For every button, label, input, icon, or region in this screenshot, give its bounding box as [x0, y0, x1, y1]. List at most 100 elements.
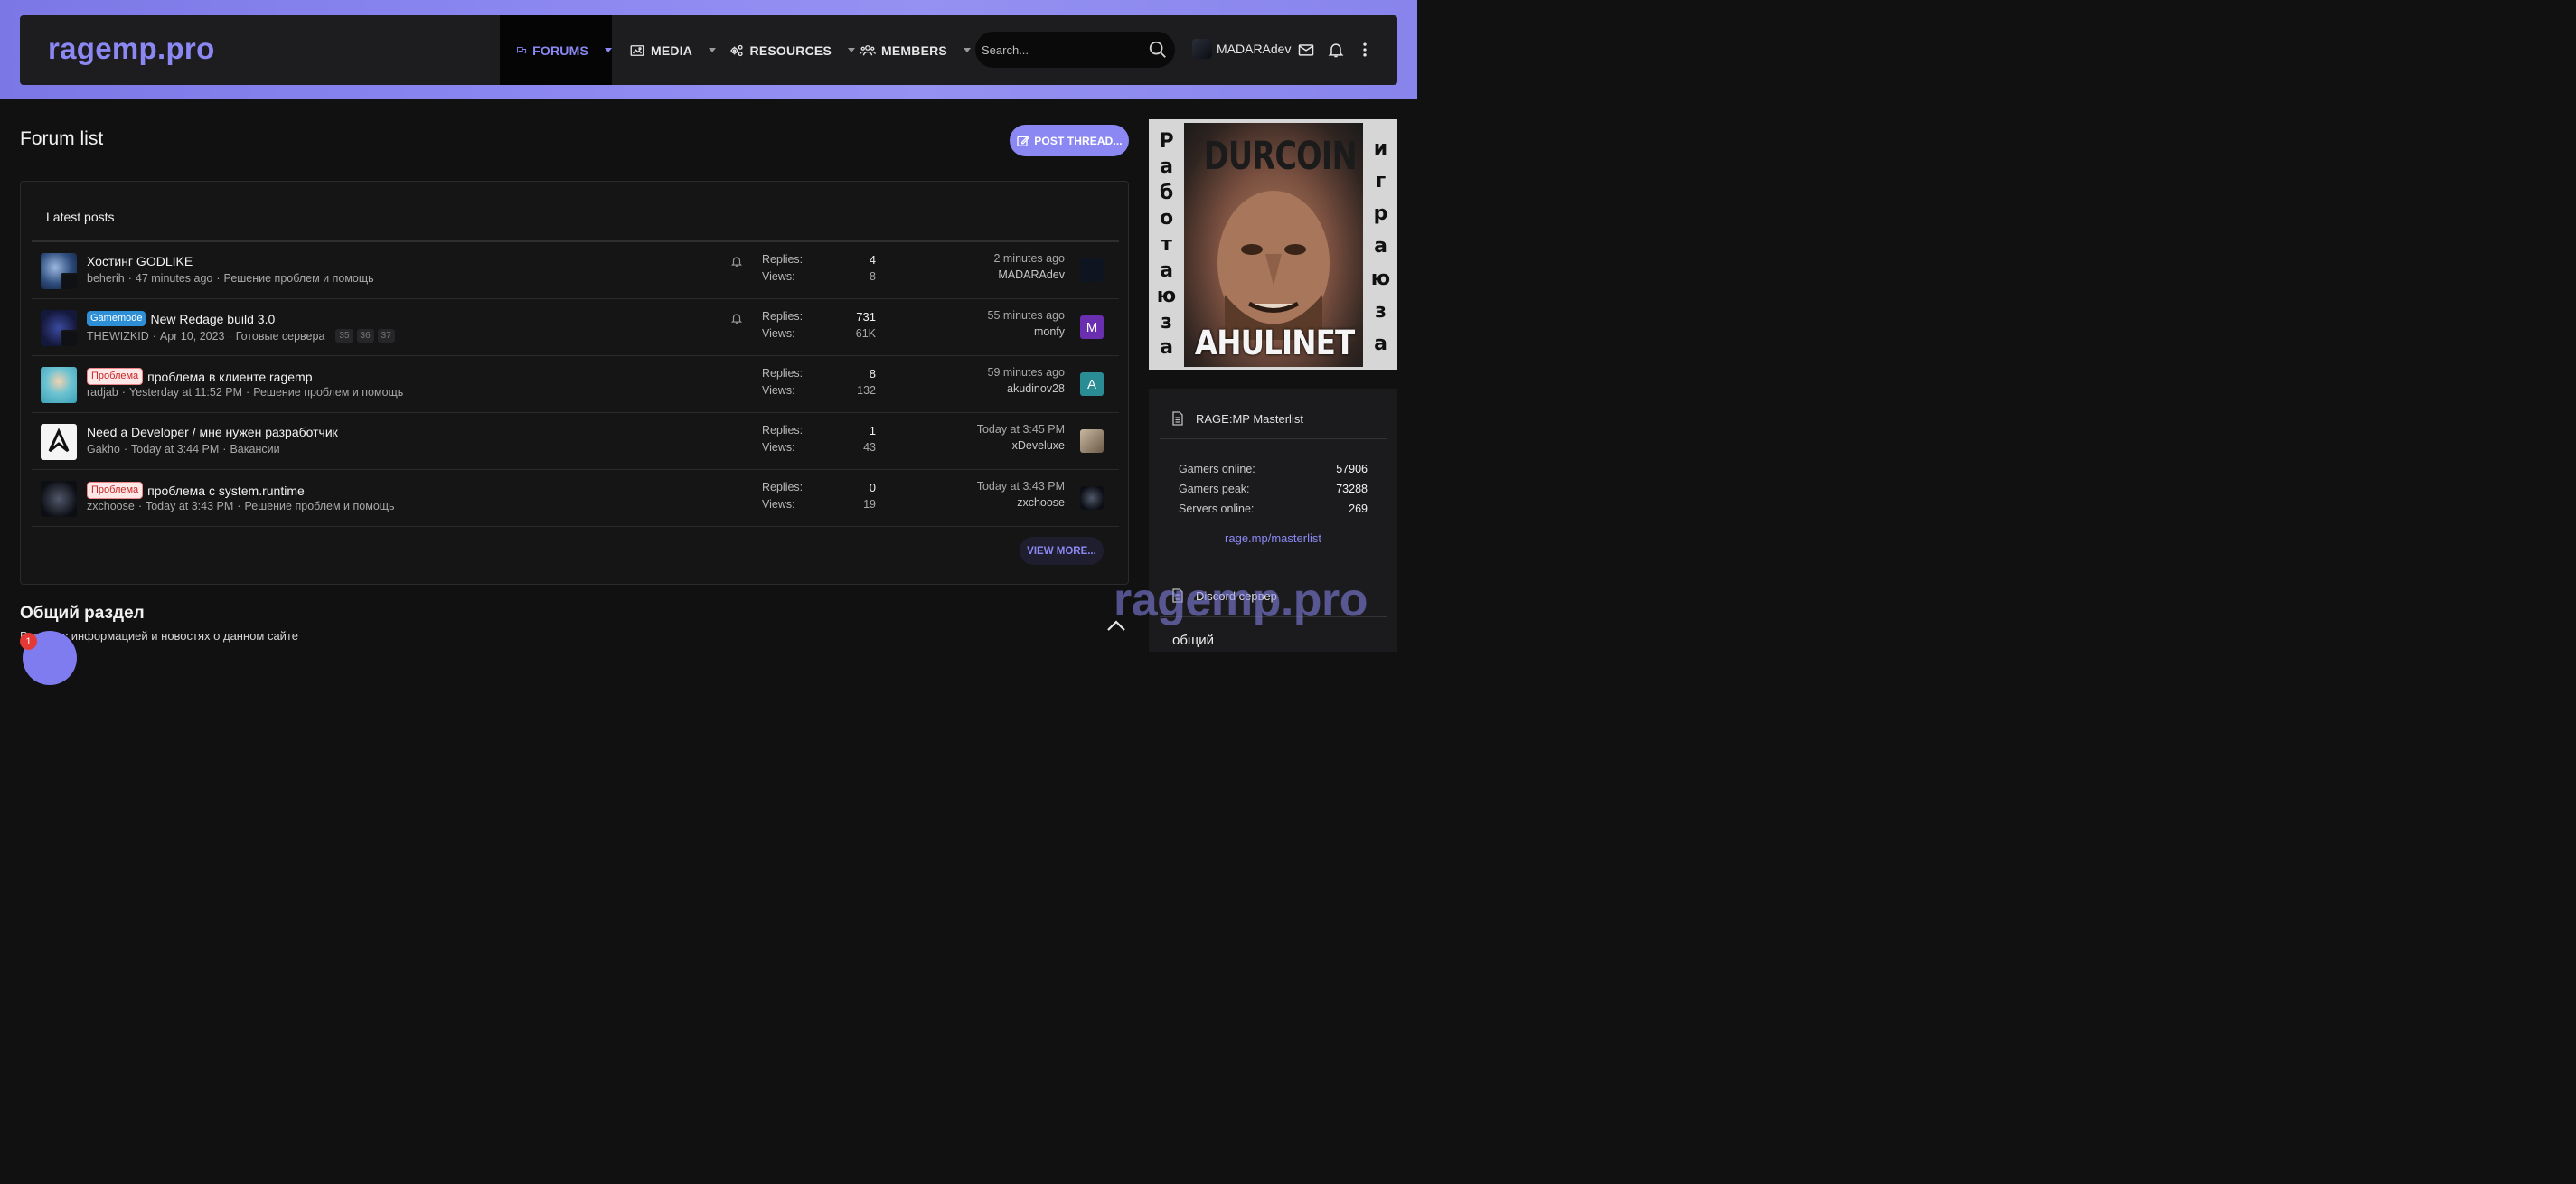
thread-date[interactable]: Apr 10, 2023 [160, 330, 225, 343]
avatar[interactable] [41, 253, 77, 289]
thread-date[interactable]: Today at 3:43 PM [146, 500, 233, 512]
views-label: Views: [762, 270, 795, 283]
masterlist-link[interactable]: rage.mp/masterlist [1149, 531, 1397, 545]
chevron-down-icon[interactable] [963, 48, 971, 52]
thread-date[interactable]: Yesterday at 11:52 PM [129, 386, 242, 399]
last-post-user[interactable]: monfy [926, 325, 1065, 338]
last-post-user[interactable]: MADARAdev [926, 268, 1065, 281]
views-label: Views: [762, 441, 795, 454]
last-post-user[interactable]: zxchoose [926, 496, 1065, 509]
thread-date[interactable]: 47 minutes ago [136, 272, 212, 285]
thread-title[interactable]: Need a Developer / мне нужен разработчик [87, 425, 338, 439]
avatar[interactable] [41, 481, 77, 517]
thread-author[interactable]: THEWIZKID [87, 330, 149, 343]
nav-tab-label: RESOURCES [749, 42, 832, 58]
avatar[interactable] [41, 424, 77, 460]
page-link[interactable]: 35 [335, 329, 353, 343]
replies-count: 731 [856, 310, 876, 324]
search-icon[interactable] [1148, 40, 1168, 60]
avatar[interactable]: M [1080, 315, 1104, 339]
bell-icon[interactable] [1327, 41, 1345, 59]
views-count: 8 [870, 270, 876, 283]
view-more-button[interactable]: VIEW MORE... [1020, 537, 1104, 565]
thread-row[interactable]: Проблема проблема в клиенте ragemp radja… [32, 356, 1119, 413]
thread-author[interactable]: radjab [87, 386, 118, 399]
sidebar-ad-banner[interactable]: Р а б о т а ю з а DURCOIN AHULINET и г р… [1149, 119, 1397, 370]
chevron-down-icon[interactable] [848, 48, 855, 52]
last-post-time[interactable]: 55 minutes ago [926, 309, 1065, 322]
thread-author[interactable]: beherih [87, 272, 125, 285]
thread-author[interactable]: zxchoose [87, 500, 135, 512]
nav-tab-media[interactable]: MEDIA [629, 15, 719, 85]
nav-tab-resources[interactable]: RESOURCES [729, 15, 855, 85]
widget-title: RAGE:MP Masterlist [1196, 412, 1303, 426]
last-post-time[interactable]: Today at 3:43 PM [926, 480, 1065, 493]
stat-value: 57906 [1336, 463, 1368, 475]
nav-tab-members[interactable]: MEMBERS [860, 15, 977, 85]
replies-label: Replies: [762, 310, 804, 323]
discord-channel[interactable]: общий [1172, 633, 1214, 648]
nav-tab-forums[interactable]: FORUMS [500, 15, 612, 85]
more-vertical-icon[interactable] [1356, 41, 1374, 59]
thread-title[interactable]: Проблема проблема в клиенте ragemp [87, 368, 313, 385]
thread-meta: zxchoose · Today at 3:43 PM · Решение проб… [87, 500, 395, 512]
last-post-time[interactable]: 59 minutes ago [926, 366, 1065, 379]
avatar[interactable] [1080, 258, 1104, 282]
chevron-down-icon[interactable] [709, 48, 717, 52]
site-logo[interactable]: ragemp.pro [48, 32, 215, 66]
prefix-badge[interactable]: Проблема [87, 482, 144, 499]
thread-row[interactable]: Хостинг GODLIKE beherih · 47 minutes ago ·… [32, 242, 1119, 299]
thread-forum[interactable]: Решение проблем и помощь [253, 386, 403, 399]
last-post-user[interactable]: xDeveluxe [926, 439, 1065, 452]
ad-image: DURCOIN AHULINET [1184, 123, 1363, 367]
thread-title-text: проблема в клиенте ragemp [147, 369, 313, 384]
chevron-down-icon[interactable] [605, 48, 612, 52]
thread-row[interactable]: Need a Developer / мне нужен разработчик… [32, 413, 1119, 470]
avatar[interactable] [1080, 429, 1104, 453]
views-label: Views: [762, 384, 795, 397]
avatar[interactable] [41, 367, 77, 403]
avatar[interactable] [1080, 486, 1104, 510]
ad-letter: а [1374, 234, 1387, 258]
latest-posts-block: Latest posts Хостинг GODLIKE beherih · 47… [20, 181, 1129, 585]
avatar[interactable] [41, 310, 77, 346]
users-icon [860, 44, 876, 55]
prefix-badge[interactable]: Gamemode [87, 311, 146, 326]
ad-letter: з [1375, 300, 1387, 324]
watermark: ragemp.pro [1114, 574, 1368, 626]
thread-forum[interactable]: Решение проблем и помощь [244, 500, 394, 512]
stat-label: Servers online: [1179, 503, 1255, 515]
search-input[interactable] [975, 32, 1175, 68]
page-link[interactable]: 36 [356, 329, 374, 343]
thread-title[interactable]: Gamemode New Redage build 3.0 [87, 311, 275, 326]
thread-row[interactable]: Gamemode New Redage build 3.0 THEWIZKID ·… [32, 299, 1119, 356]
last-post-time[interactable]: Today at 3:45 PM [926, 423, 1065, 436]
stat-value: 269 [1349, 503, 1368, 515]
thread-date[interactable]: Today at 3:44 PM [131, 443, 219, 456]
envelope-icon[interactable] [1297, 41, 1315, 59]
thread-meta: Gakho · Today at 3:44 PM · Вакансии [87, 443, 280, 456]
post-thread-button[interactable]: POST THREAD... [1010, 125, 1129, 156]
user-menu[interactable]: MADARAdev [1192, 39, 1291, 59]
thread-author[interactable]: Gakho [87, 443, 120, 456]
ad-bottom-text: AHULINET [1194, 324, 1355, 362]
brand-logo-icon [48, 428, 70, 453]
views-count: 61K [855, 327, 876, 340]
page-link[interactable]: 37 [377, 329, 395, 343]
section-title[interactable]: Общий раздел [20, 604, 145, 624]
replies-count: 8 [869, 367, 876, 381]
last-post-user[interactable]: akudinov28 [926, 382, 1065, 395]
thread-forum[interactable]: Решение проблем и помощь [224, 272, 374, 285]
avatar[interactable]: A [1080, 372, 1104, 396]
prefix-badge[interactable]: Проблема [87, 368, 144, 385]
nav-tab-label: MEDIA [651, 42, 693, 58]
thread-forum[interactable]: Готовые сервера [236, 330, 325, 343]
thread-title[interactable]: Проблема проблема с system.runtime [87, 482, 305, 499]
ad-left-text: Р а б о т а ю з а [1149, 119, 1184, 370]
thread-title[interactable]: Хостинг GODLIKE [87, 254, 193, 268]
thread-meta: beherih · 47 minutes ago · Решение проблем… [87, 272, 374, 285]
thread-forum[interactable]: Вакансии [230, 443, 279, 456]
thread-row[interactable]: Проблема проблема с system.runtime zxcho… [32, 470, 1119, 527]
stat-row: Gamers online: 57906 [1179, 463, 1368, 475]
last-post-time[interactable]: 2 minutes ago [926, 252, 1065, 265]
